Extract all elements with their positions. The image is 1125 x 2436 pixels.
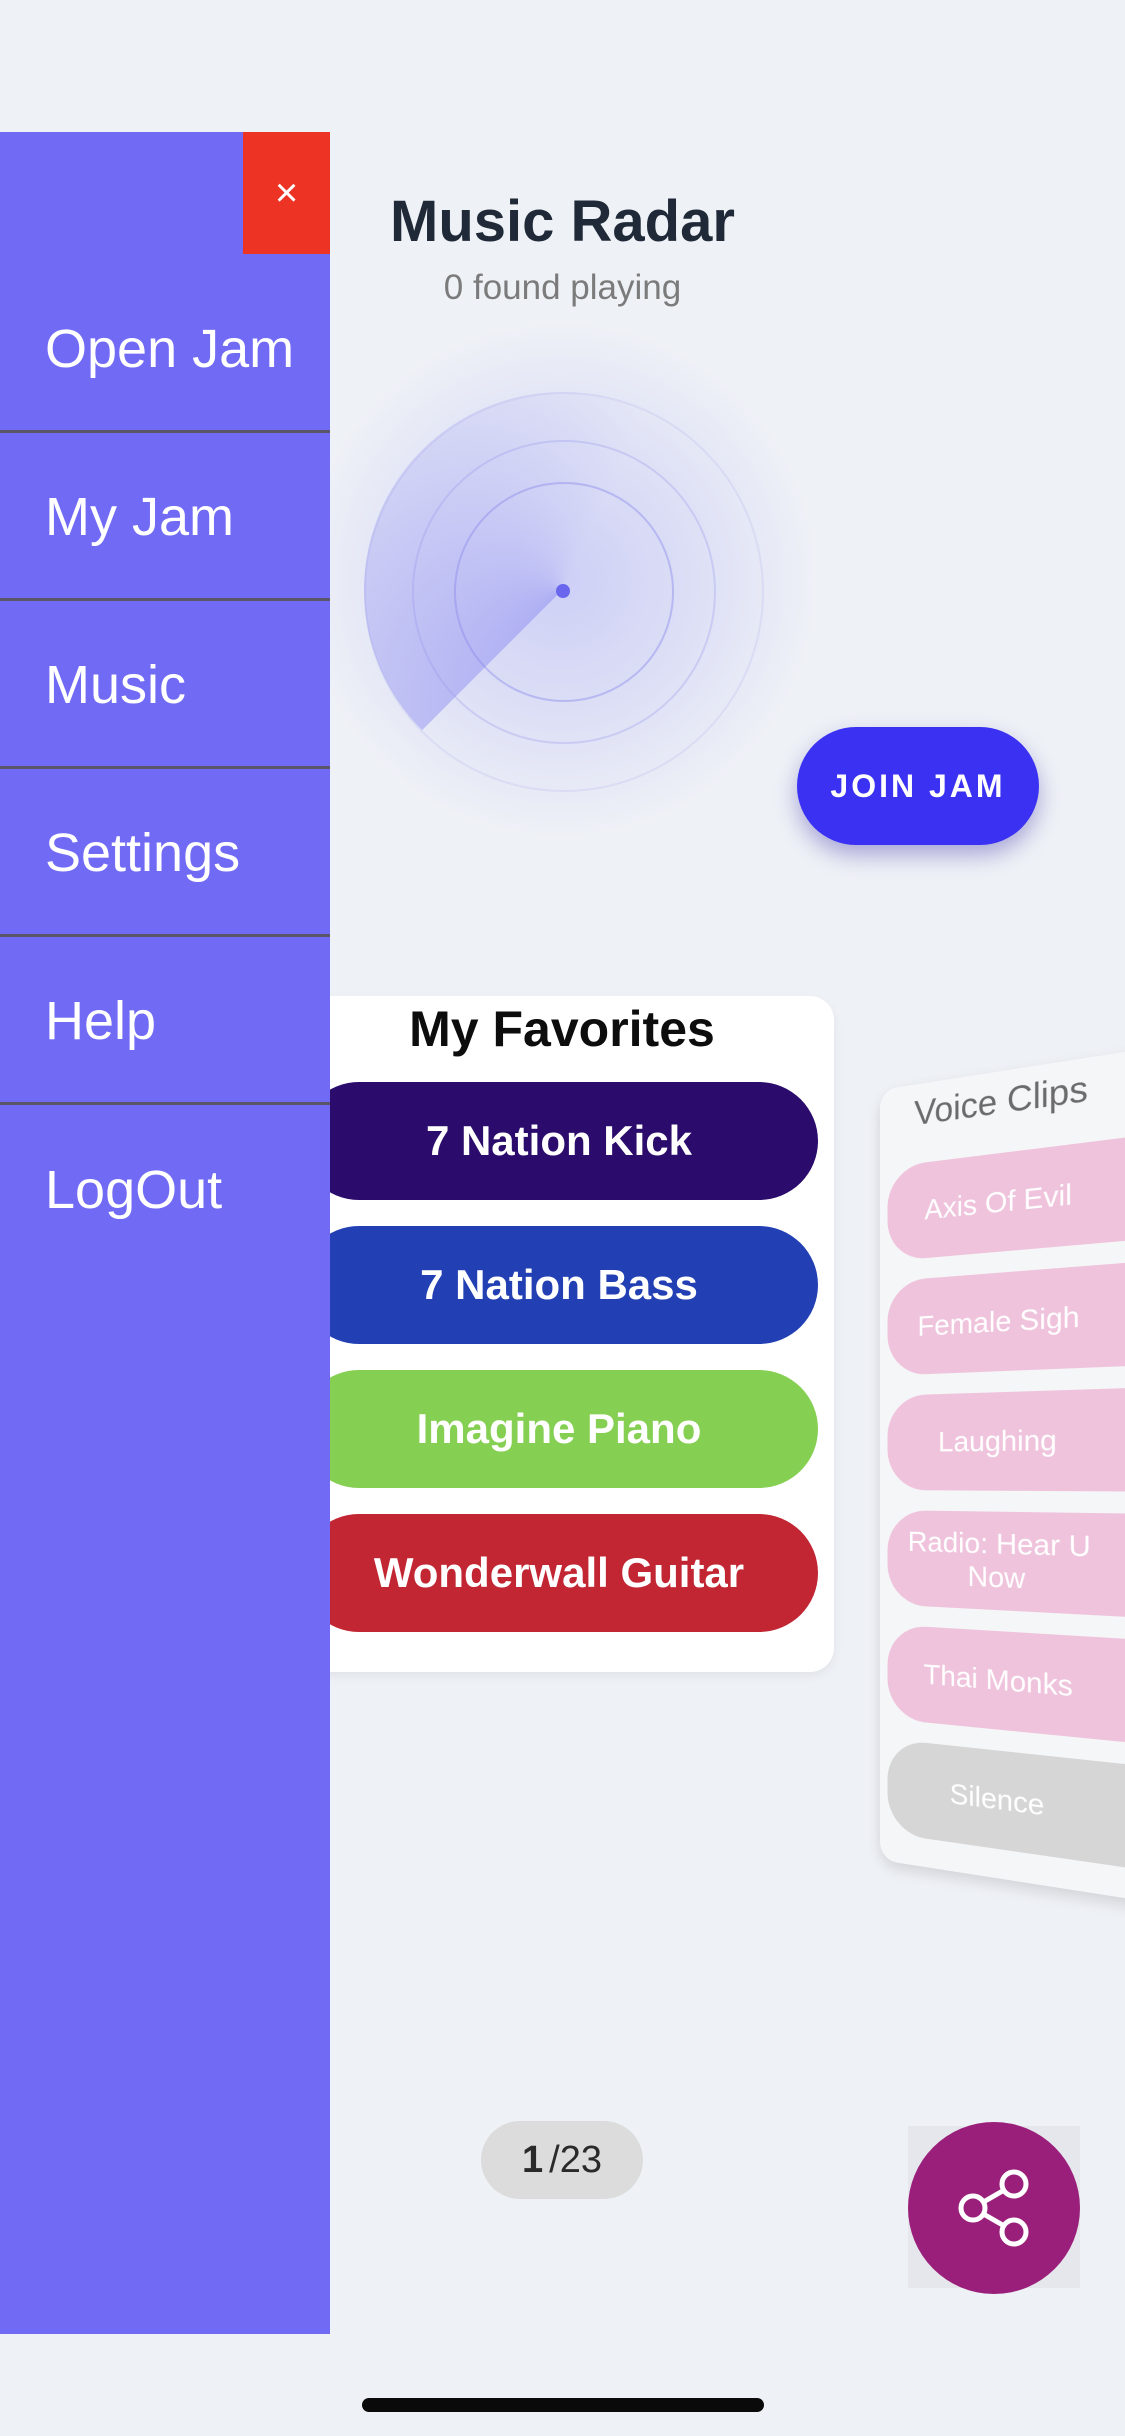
voice-clip-label: Axis Of Evil — [924, 1177, 1072, 1226]
voice-clip-axis-of-evil[interactable]: Axis Of Evil — [887, 1128, 1125, 1262]
voice-clip-female-sigh[interactable]: Female Sigh — [887, 1257, 1125, 1376]
menu-item-label: Open Jam — [45, 318, 295, 379]
favorite-button-7-nation-kick[interactable]: 7 Nation Kick — [300, 1082, 818, 1200]
share-icon — [958, 2169, 1029, 2247]
close-icon[interactable]: × — [243, 132, 330, 254]
favorites-title: My Favorites — [409, 1001, 715, 1057]
join-jam-button[interactable]: JOIN JAM — [797, 727, 1039, 845]
menu-item-label: Settings — [45, 822, 241, 883]
menu-item-my-jam[interactable]: My Jam — [0, 435, 330, 601]
voice-clip-label: Laughing — [938, 1423, 1057, 1458]
menu-item-music[interactable]: Music — [0, 603, 330, 769]
favorite-button-7-nation-bass[interactable]: 7 Nation Bass — [300, 1226, 818, 1344]
menu-item-settings[interactable]: Settings — [0, 771, 330, 937]
share-button[interactable] — [908, 2122, 1080, 2294]
menu-item-label: LogOut — [45, 1160, 223, 1220]
voice-clips-title: Voice Clips — [914, 1068, 1088, 1134]
page-total: /23 — [549, 2138, 602, 2181]
voice-clip-label: Female Sigh — [917, 1299, 1080, 1343]
page-current: 1 — [522, 2138, 544, 2181]
menu-item-logout[interactable]: LogOut — [0, 1107, 330, 1273]
voice-clip-radio-hear-u-now[interactable]: Radio: Hear U Now — [887, 1510, 1125, 1621]
menu-item-label: Help — [45, 990, 157, 1051]
voice-clip-label: Thai Monks — [923, 1658, 1073, 1703]
voice-clip-thai-monks[interactable]: Thai Monks — [887, 1624, 1125, 1750]
page-title: Music Radar — [390, 189, 735, 254]
menu-item-open-jam[interactable]: Open Jam — [0, 267, 330, 433]
favorite-button-imagine-piano[interactable]: Imagine Piano — [300, 1370, 818, 1488]
found-playing-count: 0 found playing — [443, 268, 682, 307]
voice-clips-card: Voice Clips Axis Of Evil Female Sigh Lau… — [880, 1034, 1125, 1916]
page-indicator: 1 /23 — [481, 2121, 643, 2199]
menu-item-label: My Jam — [45, 486, 234, 547]
radar-icon — [300, 320, 820, 840]
voice-clip-silence[interactable]: Silence — [887, 1738, 1125, 1878]
voice-clip-label: Silence — [949, 1777, 1045, 1822]
menu-item-help[interactable]: Help — [0, 939, 330, 1105]
menu-item-label: Music — [45, 654, 187, 715]
radar-center-dot — [556, 584, 570, 598]
home-indicator — [362, 2398, 764, 2412]
favorite-button-wonderwall-guitar[interactable]: Wonderwall Guitar — [300, 1514, 818, 1632]
voice-clip-laughing[interactable]: Laughing — [887, 1385, 1125, 1492]
voice-clip-label: Radio: Hear U Now — [907, 1525, 1091, 1595]
